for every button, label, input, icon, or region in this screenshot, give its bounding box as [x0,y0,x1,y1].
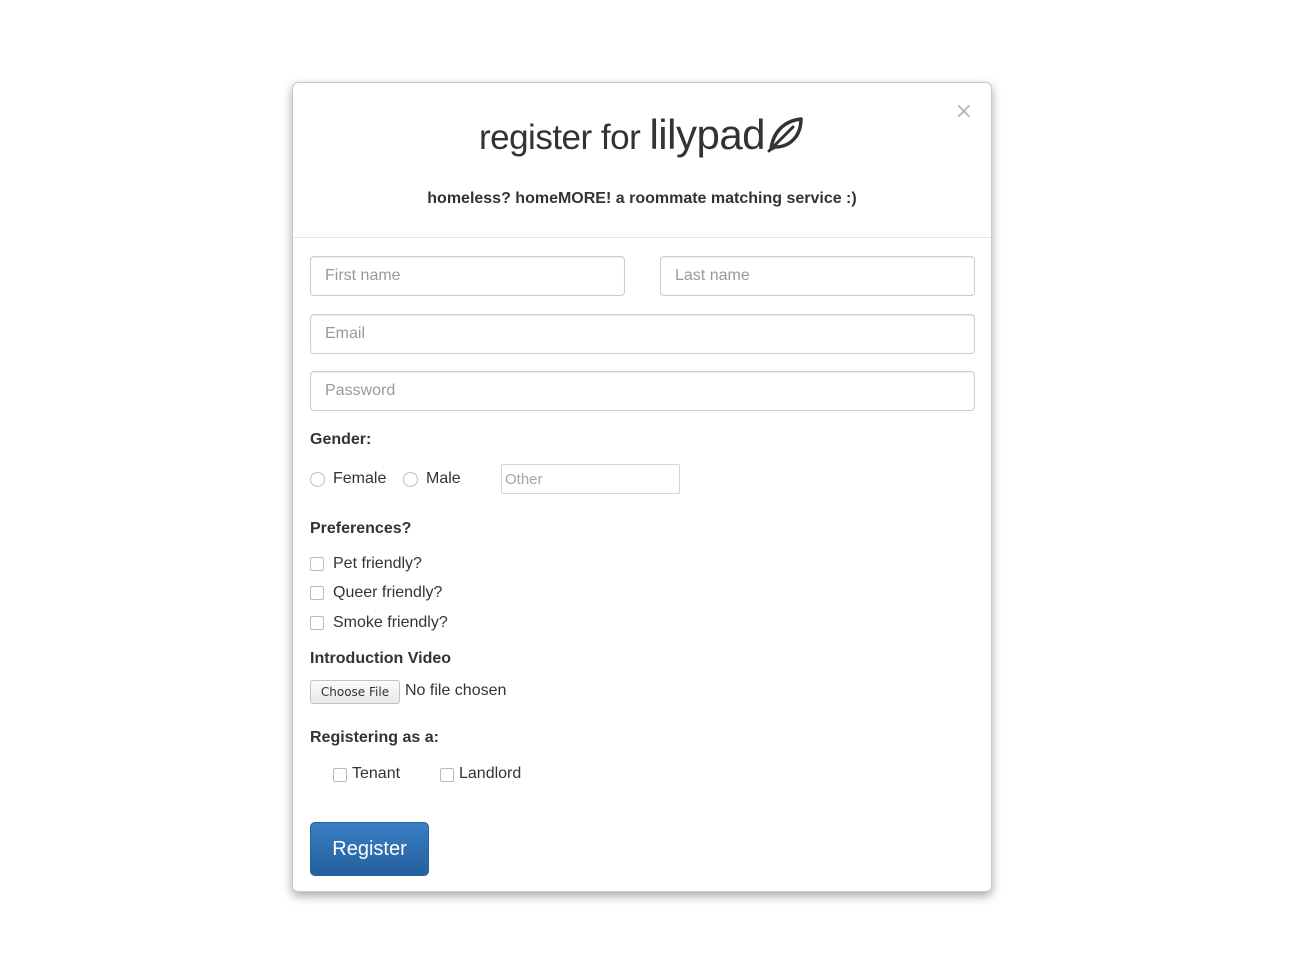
last-name-input[interactable] [660,256,975,296]
intro-video-label: Introduction Video [310,650,452,667]
tenant-label: Tenant [352,765,401,782]
register-button[interactable]: Register [310,822,429,876]
pet-friendly-checkbox[interactable] [310,557,324,571]
file-status-text: No file chosen [405,682,507,699]
email-input[interactable] [310,314,975,354]
gender-label: Gender: [310,431,372,448]
landlord-label: Landlord [459,765,522,782]
smoke-friendly-label: Smoke friendly? [333,614,448,631]
modal-header: × register for lilypad homeless? homeMOR… [293,83,991,238]
first-name-input[interactable] [310,256,625,296]
smoke-friendly-checkbox[interactable] [310,616,324,630]
password-input[interactable] [310,371,975,411]
modal-title: register for lilypad [293,111,991,159]
registering-as-label: Registering as a: [310,729,439,746]
landlord-checkbox[interactable] [440,768,454,782]
gender-male-label: Male [426,470,461,487]
preferences-label: Preferences? [310,520,412,537]
gender-female-radio[interactable] [310,472,325,487]
queer-friendly-checkbox[interactable] [310,586,324,600]
modal-subtitle: homeless? homeMORE! a roommate matching … [427,190,857,207]
pet-friendly-label: Pet friendly? [333,555,422,572]
gender-female-label: Female [333,470,387,487]
choose-file-button[interactable]: Choose File [310,680,400,704]
gender-other-input[interactable] [501,464,680,494]
tenant-checkbox[interactable] [333,768,347,782]
register-modal: × register for lilypad homeless? homeMOR… [292,82,992,892]
leaf-icon [767,117,803,153]
title-prefix: register for [478,118,641,157]
brand-name: lilypad [649,111,766,158]
queer-friendly-label: Queer friendly? [333,584,443,601]
gender-male-radio[interactable] [403,472,418,487]
